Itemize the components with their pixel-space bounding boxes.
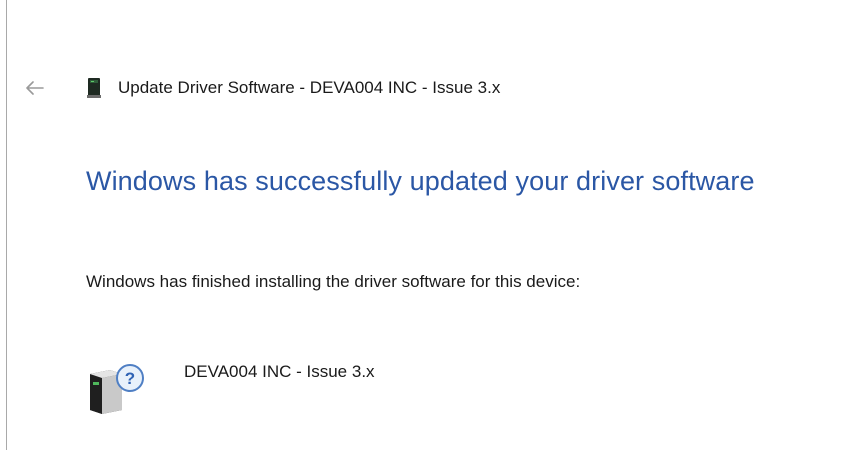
description-text: Windows has finished installing the driv… [86, 272, 581, 291]
window-title: Update Driver Software - DEVA004 INC - I… [118, 78, 501, 97]
driver-update-window: Update Driver Software - DEVA004 INC - I… [0, 0, 856, 450]
back-button[interactable] [22, 76, 48, 100]
device-name: DEVA004 INC - Issue 3.x [184, 362, 375, 381]
window-left-border [6, 0, 7, 450]
unknown-device-icon: ? [90, 364, 144, 414]
svg-text:?: ? [125, 369, 135, 388]
back-arrow-icon [26, 81, 44, 95]
success-heading: Windows has successfully updated your dr… [86, 166, 755, 196]
driver-device-icon [87, 78, 101, 98]
window-title-bar: Update Driver Software - DEVA004 INC - I… [86, 76, 500, 100]
